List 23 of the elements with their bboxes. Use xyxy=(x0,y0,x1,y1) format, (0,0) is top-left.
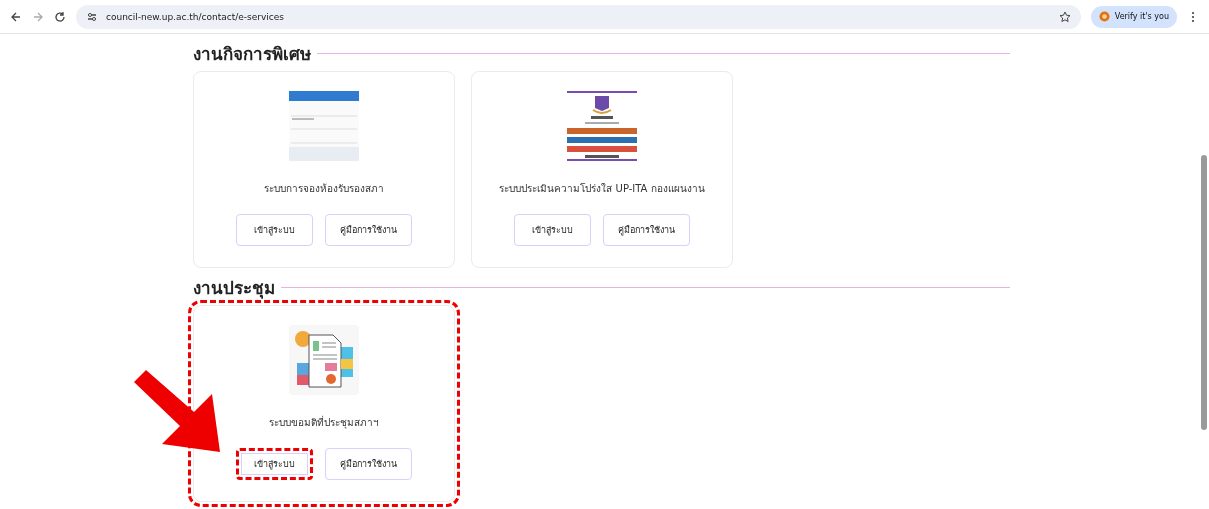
back-icon[interactable] xyxy=(10,10,22,23)
login-button[interactable]: เข้าสู่ระบบ xyxy=(236,214,313,246)
service-name: ระบบประเมินความโปร่งใส UP-ITA กองแผนงาน xyxy=(499,182,705,196)
login-button[interactable]: เข้าสู่ระบบ xyxy=(514,214,591,246)
scrollbar[interactable] xyxy=(1201,155,1207,430)
address-bar[interactable]: council-new.up.ac.th/contact/e-services xyxy=(76,4,1081,29)
form-screenshot-drawing xyxy=(289,91,359,161)
section-title: งานกิจการพิเศษ xyxy=(193,43,311,66)
portal-screenshot-drawing xyxy=(567,91,637,161)
url-text: council-new.up.ac.th/contact/e-services xyxy=(106,11,284,22)
login-button[interactable]: เข้าสู่ระบบ xyxy=(236,448,313,480)
documents-illustration xyxy=(289,325,359,395)
profile-button[interactable]: Verify it's you xyxy=(1090,5,1177,28)
manual-button[interactable]: คู่มือการใช้งาน xyxy=(603,214,690,246)
reload-icon[interactable] xyxy=(54,10,66,23)
bookmark-star-icon[interactable] xyxy=(1058,10,1071,23)
service-name: ระบบขอมติที่ประชุมสภาฯ xyxy=(269,415,379,430)
profile-icon xyxy=(1098,11,1110,22)
site-settings-icon[interactable] xyxy=(86,10,98,23)
service-name: ระบบการจองห้องรับรองสภา xyxy=(264,182,384,196)
manual-button[interactable]: คู่มือการใช้งาน xyxy=(325,214,412,246)
manual-button[interactable]: คู่มือการใช้งาน xyxy=(325,448,412,480)
section-title: งานประชุม xyxy=(193,277,275,301)
